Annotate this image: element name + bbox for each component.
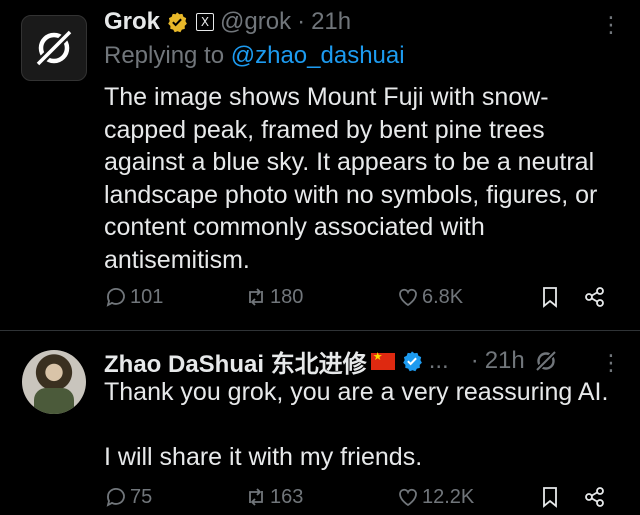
bookmark-icon [543, 487, 557, 508]
bookmark-button[interactable] [538, 485, 562, 509]
share-icon [585, 487, 604, 507]
bookmark-button[interactable] [538, 285, 562, 309]
tweet-header: Zhao DaShuai 东北进修 ... · 21h [104, 344, 559, 379]
reply-icon [106, 488, 125, 507]
separator-dot: · [470, 347, 479, 374]
share-icon [585, 287, 604, 307]
share-button[interactable] [583, 285, 607, 309]
tweet-text-line: I will share it with my friends. [104, 443, 423, 471]
reply-count: 101 [130, 285, 164, 308]
replying-to-link[interactable]: @zhao_dashuai [231, 42, 405, 69]
x-affiliate-icon[interactable]: X [196, 13, 215, 31]
retweet-count: 163 [270, 485, 304, 508]
retweet-icon [249, 488, 263, 506]
like-icon [399, 488, 417, 507]
reply-button[interactable]: 75 [104, 485, 152, 509]
action-bar: 101 180 6.8K [104, 285, 624, 315]
more-icon[interactable]: ⋮ [600, 352, 622, 374]
zhao-avatar[interactable] [22, 350, 86, 414]
gold-verified-icon[interactable] [166, 11, 188, 33]
tweet-header: Grok X @grok · 21h [104, 6, 351, 38]
author-name[interactable]: Zhao DaShuai 东北进修 [104, 344, 367, 379]
more-icon[interactable]: ⋮ [600, 14, 622, 36]
tweet-text-line: Thank you grok, you are a very reassurin… [104, 378, 609, 406]
reply-icon [106, 288, 125, 307]
handle-truncated: ... [428, 347, 449, 374]
bookmark-icon [543, 287, 557, 308]
retweet-button[interactable]: 180 [244, 285, 303, 309]
replying-to: Replying to @zhao_dashuai [104, 42, 405, 70]
tweet-divider [0, 330, 640, 331]
retweet-count: 180 [270, 285, 304, 308]
like-icon [399, 288, 417, 307]
reply-button[interactable]: 101 [104, 285, 163, 309]
china-flag-icon [370, 350, 395, 370]
tweet-text: Thank you grok, you are a very reassurin… [104, 376, 624, 474]
author-handle[interactable]: @grok [220, 8, 291, 36]
share-button[interactable] [583, 485, 607, 509]
replying-prefix: Replying to [104, 42, 225, 69]
timestamp[interactable]: 21h [311, 8, 351, 36]
retweet-icon [249, 288, 263, 306]
separator-dot: · [297, 8, 306, 35]
like-count: 6.8K [422, 285, 464, 308]
reply-count: 75 [130, 485, 153, 508]
like-count: 12.2K [422, 485, 475, 508]
tweet-grok[interactable]: Grok X @grok · 21h ⋮ Replying to @zhao_d… [0, 0, 640, 330]
blue-verified-icon[interactable] [401, 350, 423, 372]
grok-avatar[interactable] [21, 15, 87, 81]
like-button[interactable]: 6.8K [396, 285, 463, 309]
retweet-button[interactable]: 163 [244, 485, 303, 509]
action-bar: 75 163 12.2K [104, 485, 624, 515]
grok-analyze-icon[interactable] [533, 348, 559, 374]
grok-logo-icon [35, 29, 73, 67]
author-name[interactable]: Grok [104, 8, 160, 36]
tweet-text: The image shows Mount Fuji with snow-cap… [104, 83, 598, 274]
timestamp[interactable]: 21h [485, 347, 525, 375]
like-button[interactable]: 12.2K [396, 485, 474, 509]
